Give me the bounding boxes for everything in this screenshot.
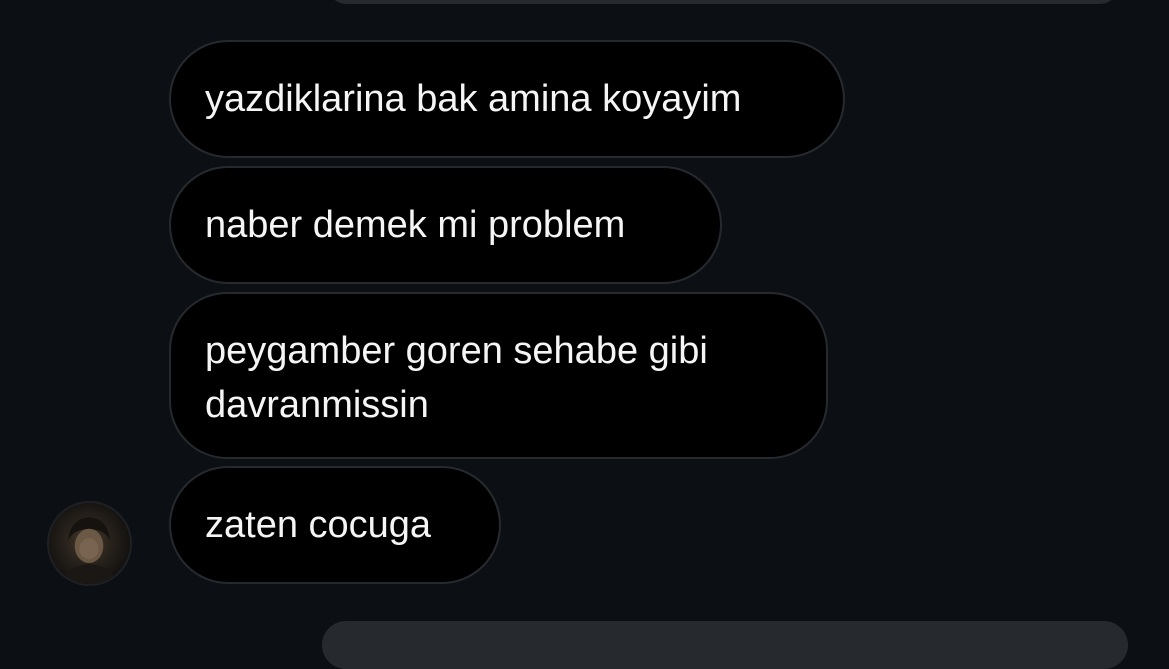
- message-text-line: peygamber goren sehabe gibi: [205, 330, 708, 372]
- sender-avatar[interactable]: [47, 501, 132, 586]
- message-text: yazdiklarina bak amina koyayim: [205, 78, 742, 120]
- message-text: zaten cocuga: [205, 504, 432, 546]
- message-bubble[interactable]: naber demek mi problem: [169, 166, 722, 284]
- previous-message-bubble[interactable]: [328, 0, 1118, 4]
- message-text: naber demek mi problem: [205, 204, 626, 246]
- message-text-line: davranmissin: [205, 384, 429, 426]
- message-bubble[interactable]: zaten cocuga: [169, 466, 501, 584]
- user-avatar-icon: [60, 517, 118, 584]
- message-bubble[interactable]: yazdiklarina bak amina koyayim: [169, 40, 845, 158]
- message-bubble[interactable]: peygamber goren sehabe gibi davranmissin: [169, 292, 828, 459]
- next-message-bubble[interactable]: [322, 621, 1128, 669]
